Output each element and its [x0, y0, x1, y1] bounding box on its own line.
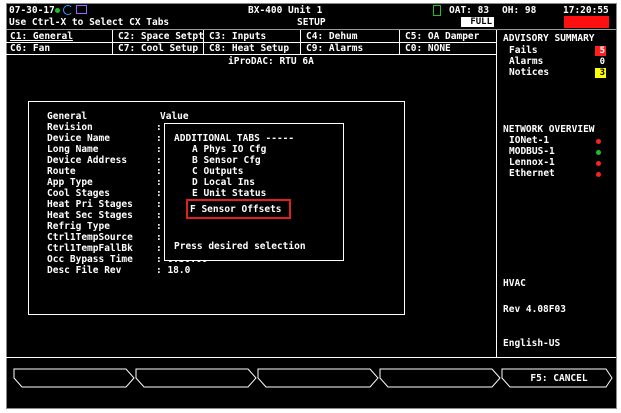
table-col-value: Value — [160, 111, 189, 122]
network-ionet[interactable]: IONet-1 — [509, 135, 549, 146]
network-lennox[interactable]: Lennox-1 — [509, 157, 555, 168]
table-row-value: : — [156, 221, 162, 232]
language-label: English-US — [503, 338, 561, 349]
popup-item-outputs[interactable]: C Outputs — [192, 166, 243, 177]
network-modbus[interactable]: MODBUS-1 — [509, 146, 555, 157]
popup-prompt: Press desired selection — [174, 241, 306, 252]
table-row-value: : — [156, 144, 162, 155]
tab-alarms[interactable]: C9: Alarms — [306, 43, 363, 54]
status-dot-icon — [596, 139, 601, 144]
header-hint: Use Ctrl-X to Select CX Tabs — [9, 17, 170, 28]
f5-cancel-button[interactable]: F5: CANCEL — [505, 370, 613, 387]
tab-dehum[interactable]: C4: Dehum — [306, 31, 357, 42]
status-dot-icon — [596, 172, 601, 177]
popup-item-sensor-cfg[interactable]: B Sensor Cfg — [192, 155, 261, 166]
table-row-value: : — [156, 133, 162, 144]
network-title: NETWORK OVERVIEW — [503, 124, 595, 135]
fails-count-badge: 5 — [595, 46, 606, 56]
tab-none[interactable]: C0: NONE — [405, 43, 451, 54]
tab-cool-setup[interactable]: C7: Cool Setup — [118, 43, 198, 54]
f3-button[interactable] — [257, 368, 379, 388]
lock-icon — [433, 5, 441, 16]
table-row-value: : — [156, 166, 162, 177]
table-row[interactable]: Revision — [47, 122, 93, 133]
table-row[interactable]: Device Name — [47, 133, 110, 144]
device-title: iProDAC: RTU 6A — [228, 56, 314, 67]
table-row[interactable]: Heat Sec Stages — [47, 210, 133, 221]
table-col-name: General — [47, 111, 88, 122]
table-row-value: : — [156, 122, 162, 133]
status-dot-icon — [596, 150, 601, 155]
table-row-value: : — [156, 199, 162, 210]
f1-button[interactable] — [13, 368, 135, 388]
table-row[interactable]: Ctrl1TempSource — [47, 232, 133, 243]
refresh-icon — [63, 5, 73, 15]
header-time: 17:20:55 — [563, 5, 609, 16]
table-row[interactable]: Ctrl1TempFallBk — [47, 243, 133, 254]
table-row-value: : — [156, 243, 162, 254]
table-row[interactable]: Occ Bypass Time — [47, 254, 133, 265]
tab-heat-setup[interactable]: C8: Heat Setup — [209, 43, 289, 54]
popup-item-sensor-offsets[interactable]: F Sensor Offsets — [190, 204, 282, 215]
popup-item-phys-io-cfg[interactable]: A Phys IO Cfg — [192, 144, 266, 155]
table-row-value: : — [156, 188, 162, 199]
table-row[interactable]: Device Address — [47, 155, 127, 166]
table-row[interactable]: Desc File Rev — [47, 265, 121, 276]
revision-label: Rev 4.08F03 — [503, 304, 566, 315]
advisory-notices-label[interactable]: Notices — [509, 67, 549, 78]
alarms-count-badge: 0 — [595, 57, 606, 67]
tab-oa-damper[interactable]: C5: OA Damper — [405, 31, 479, 42]
table-row-value: : — [156, 210, 162, 221]
alarm-indicator — [564, 16, 609, 28]
table-row[interactable]: Refrig Type — [47, 221, 110, 232]
f4-button[interactable] — [379, 368, 501, 388]
advisory-alarms-label[interactable]: Alarms — [509, 56, 543, 67]
table-row[interactable]: Heat Pri Stages — [47, 199, 133, 210]
table-row[interactable]: Cool Stages — [47, 188, 110, 199]
hvac-label: HVAC — [503, 278, 526, 289]
f2-button[interactable] — [135, 368, 257, 388]
tab-space-setpt[interactable]: C2: Space Setpt — [118, 31, 204, 42]
popup-item-local-ins[interactable]: D Local Ins — [192, 177, 255, 188]
table-row[interactable]: Long Name — [47, 144, 98, 155]
tab-fan[interactable]: C6: Fan — [10, 43, 50, 54]
header-mode: SETUP — [297, 17, 326, 28]
popup-title: ADDITIONAL TABS ----- — [174, 133, 295, 144]
header-oat: OAT: 83 — [449, 5, 490, 16]
popup-item-unit-status[interactable]: E Unit Status — [192, 188, 266, 199]
table-row[interactable]: Route — [47, 166, 76, 177]
table-row-value: : — [156, 155, 162, 166]
full-badge: FULL — [461, 17, 494, 27]
status-green-icon — [55, 8, 60, 13]
table-row-value: : — [156, 232, 162, 243]
header-oh: OH: 98 — [502, 5, 537, 16]
tab-inputs[interactable]: C3: Inputs — [209, 31, 266, 42]
keyboard-icon — [76, 5, 87, 14]
table-row[interactable]: App Type — [47, 177, 93, 188]
table-row-value: : — [156, 177, 162, 188]
advisory-fails-label[interactable]: Fails — [509, 45, 538, 56]
notices-count-badge: 3 — [595, 68, 606, 78]
header-date: 07-30-17 — [9, 5, 55, 16]
status-dot-icon — [596, 161, 601, 166]
advisory-title: ADVISORY SUMMARY — [503, 33, 595, 44]
network-ethernet[interactable]: Ethernet — [509, 168, 555, 179]
tab-general[interactable]: C1: General — [10, 31, 73, 42]
table-row-value: : 18.0 — [156, 265, 191, 276]
header-model: BX-400 Unit 1 — [248, 5, 323, 16]
